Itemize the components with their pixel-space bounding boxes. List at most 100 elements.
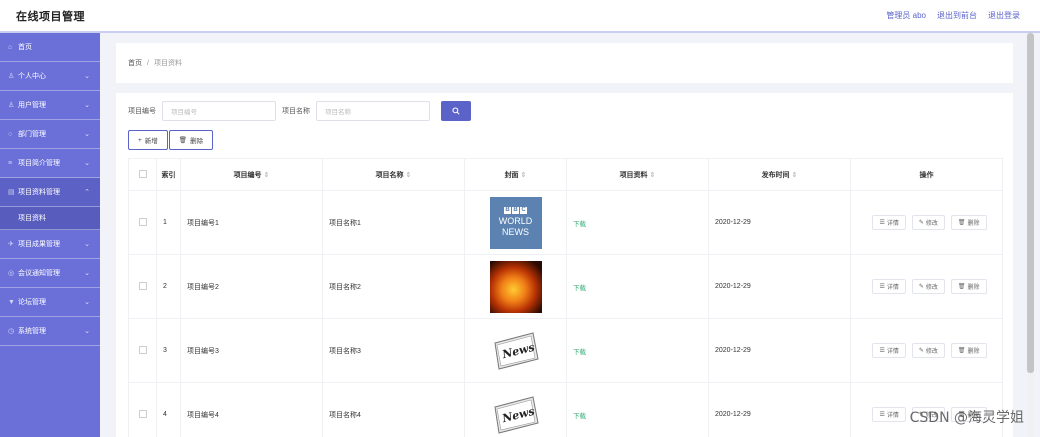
- edit-button[interactable]: ✎ 修改: [911, 279, 945, 294]
- detail-button[interactable]: ☰ 详情: [872, 407, 906, 422]
- col-header-code[interactable]: 项目编号 ⇕: [180, 158, 323, 191]
- row-delete-button[interactable]: 🗑 删除: [950, 343, 987, 358]
- newspaper-icon: News: [493, 331, 539, 370]
- trash-icon: 🗑: [178, 137, 188, 144]
- sidebar-item-label: 首页: [18, 44, 32, 51]
- sidebar-item-project-material-management[interactable]: ▤ 项目资料管理 ⌃: [0, 178, 100, 207]
- row-checkbox[interactable]: [138, 217, 147, 226]
- col-header-material[interactable]: 项目资料 ⇕: [566, 158, 709, 191]
- add-button-label: 新增: [144, 138, 158, 145]
- cell-index: 1: [156, 190, 181, 255]
- sidebar-item-personal-center[interactable]: ♙ 个人中心 ⌄: [0, 62, 100, 91]
- row-checkbox[interactable]: [138, 345, 147, 354]
- download-link[interactable]: 下载: [573, 285, 586, 292]
- project-code-input[interactable]: 项目编号: [162, 101, 276, 121]
- forum-icon: ▼: [8, 298, 15, 306]
- cell-date: 2020-12-29: [708, 190, 851, 255]
- row-delete-button[interactable]: 🗑 删除: [950, 215, 987, 230]
- row-select-cell: [128, 190, 157, 255]
- col-header-index[interactable]: 索引: [156, 158, 181, 191]
- sidebar-item-system-management[interactable]: ◷ 系统管理 ⌄: [0, 317, 100, 346]
- chevron-down-icon: ⌄: [84, 73, 90, 80]
- action-bar: + 新增 🗑 删除: [128, 130, 1013, 150]
- sidebar-item-project-intro-management[interactable]: ≡ 项目简介管理 ⌄: [0, 149, 100, 178]
- sidebar-item-user-management[interactable]: ♙ 用户管理 ⌄: [0, 91, 100, 120]
- project-code-label: 项目编号: [128, 108, 156, 115]
- add-button[interactable]: + 新增: [128, 130, 168, 150]
- delete-button-label: 删除: [190, 138, 204, 145]
- sidebar-item-meeting-notice-management[interactable]: ◎ 会议通知管理 ⌄: [0, 259, 100, 288]
- cell-material: 下载: [566, 190, 709, 255]
- detail-button[interactable]: ☰ 详情: [872, 279, 906, 294]
- sidebar-subitem-project-material[interactable]: 项目资料: [0, 207, 100, 230]
- cell-name: 项目名称4: [322, 382, 465, 437]
- delete-button[interactable]: 🗑 删除: [168, 130, 214, 150]
- sidebar-item-project-result-management[interactable]: ✈ 项目成果管理 ⌄: [0, 230, 100, 259]
- sidebar: ⌂ 首页 ♙ 个人中心 ⌄ ♙ 用户管理 ⌄ ○ 部门管理 ⌄ ≡ 项目简介管理…: [0, 33, 100, 437]
- logout-link[interactable]: 退出登录: [988, 10, 1020, 21]
- download-link[interactable]: 下载: [573, 349, 586, 356]
- sidebar-item-home[interactable]: ⌂ 首页: [0, 33, 100, 62]
- edit-button[interactable]: ✎ 修改: [911, 343, 945, 358]
- row-delete-button[interactable]: 🗑 删除: [950, 279, 987, 294]
- edit-button[interactable]: ✎ 修改: [911, 215, 945, 230]
- col-header-cover[interactable]: 封面 ⇕: [464, 158, 567, 191]
- cell-material: 下载: [566, 318, 709, 383]
- detail-button[interactable]: ☰ 详情: [872, 215, 906, 230]
- col-header-date[interactable]: 发布时间 ⇕: [708, 158, 851, 191]
- sort-icon[interactable]: ⇕: [406, 172, 412, 179]
- breadcrumb-current: 项目资料: [153, 60, 182, 67]
- cell-actions: ☰ 详情 ✎ 修改 🗑 删除: [850, 318, 1003, 383]
- detail-button[interactable]: ☰ 详情: [872, 343, 906, 358]
- app-title: 在线项目管理: [16, 10, 85, 23]
- select-all-checkbox[interactable]: [138, 169, 147, 178]
- cell-code: 项目编号2: [180, 254, 323, 319]
- row-checkbox[interactable]: [138, 281, 147, 290]
- trash-icon: 🗑: [957, 348, 966, 354]
- chevron-down-icon: ⌄: [84, 102, 90, 109]
- chevron-down-icon: ⌄: [84, 328, 90, 335]
- cell-material: 下载: [566, 382, 709, 437]
- search-button[interactable]: [441, 101, 471, 121]
- project-name-input[interactable]: 项目名称: [316, 101, 430, 121]
- sidebar-item-label: 个人中心: [18, 73, 46, 80]
- detail-icon: ☰: [879, 348, 885, 354]
- cover-image-newspaper[interactable]: News: [490, 389, 542, 437]
- cover-image-newspaper[interactable]: News: [490, 325, 542, 377]
- cover-text-line: NEWS: [502, 227, 529, 237]
- chevron-up-icon: ⌃: [84, 189, 90, 196]
- cell-name: 项目名称3: [322, 318, 465, 383]
- cell-cover: [464, 254, 567, 319]
- cover-image-bbc-world-news[interactable]: BBC WORLD NEWS: [489, 196, 542, 249]
- vertical-scrollbar[interactable]: [1027, 33, 1034, 437]
- users-icon: ♙: [8, 102, 15, 109]
- sort-icon[interactable]: ⇕: [650, 172, 656, 179]
- cell-material: 下载: [566, 254, 709, 319]
- department-icon: ○: [8, 130, 13, 138]
- sidebar-item-label: 项目成果管理: [18, 241, 60, 248]
- download-link[interactable]: 下载: [573, 221, 586, 228]
- sidebar-item-forum-management[interactable]: ▼ 论坛管理 ⌄: [0, 288, 100, 317]
- admin-user-link[interactable]: 管理员 abo: [886, 10, 926, 21]
- download-link[interactable]: 下载: [573, 413, 586, 420]
- sort-icon[interactable]: ⇕: [792, 172, 798, 179]
- row-checkbox[interactable]: [138, 409, 147, 418]
- cover-image-fire[interactable]: [489, 260, 542, 313]
- cell-code: 项目编号4: [180, 382, 323, 437]
- plus-icon: +: [138, 136, 142, 144]
- sidebar-item-department-management[interactable]: ○ 部门管理 ⌄: [0, 120, 100, 149]
- cell-code: 项目编号3: [180, 318, 323, 383]
- col-header-name[interactable]: 项目名称 ⇕: [322, 158, 465, 191]
- top-header: 在线项目管理 管理员 abo 退出到前台 退出登录: [0, 0, 1040, 33]
- scrollbar-thumb[interactable]: [1027, 33, 1034, 373]
- cell-cover: News: [464, 382, 567, 437]
- cell-date: 2020-12-29: [708, 254, 851, 319]
- sort-icon[interactable]: ⇕: [521, 172, 527, 179]
- breadcrumb-home[interactable]: 首页: [128, 58, 142, 68]
- sidebar-item-label: 会议通知管理: [18, 270, 60, 277]
- detail-icon: ☰: [879, 220, 885, 226]
- exit-to-frontend-link[interactable]: 退出到前台: [937, 10, 977, 21]
- cell-actions: ☰ 详情 ✎ 修改 🗑 删除: [850, 190, 1003, 255]
- cell-actions: ☰ 详情 ✎ 修改 🗑 删除: [850, 254, 1003, 319]
- sort-icon[interactable]: ⇕: [264, 172, 270, 179]
